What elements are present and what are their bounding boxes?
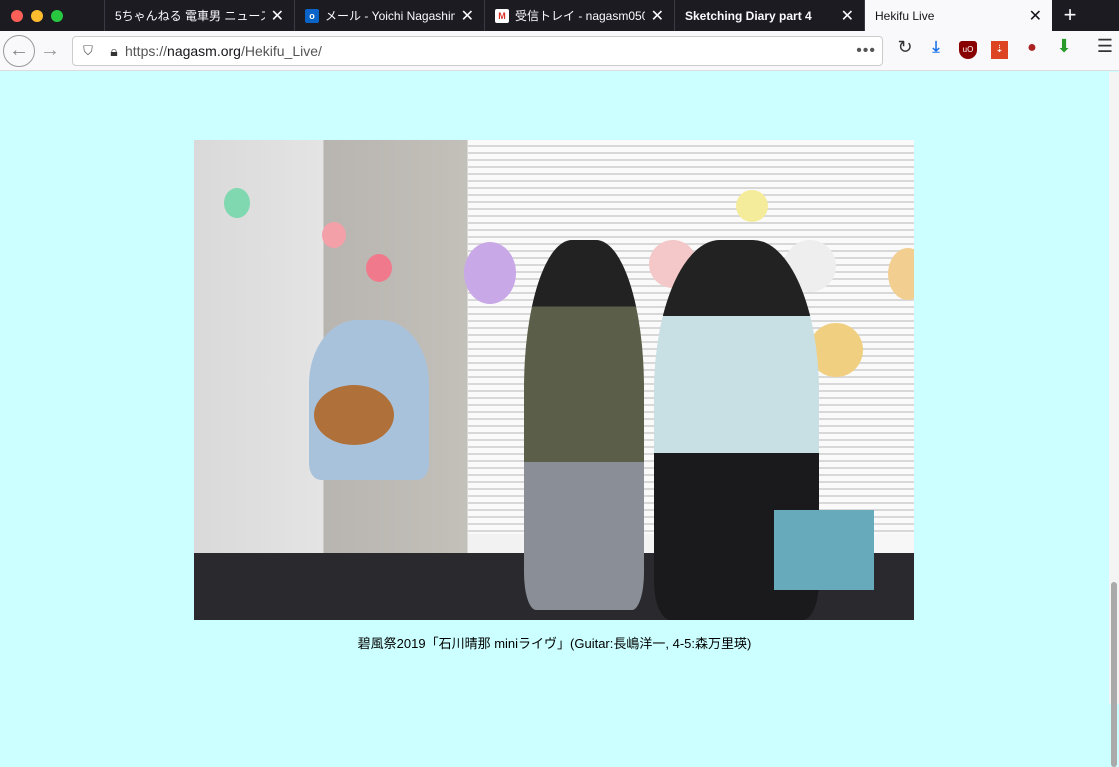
- balls-extension-icon[interactable]: ●: [1020, 39, 1044, 57]
- tab-5ch[interactable]: 5ちゃんねる 電車男 ニュース ✕: [104, 0, 294, 31]
- guitar: [314, 385, 394, 445]
- tab-bar: 5ちゃんねる 電車男 ニュース ✕ o メール - Yoichi Nagashima…: [0, 0, 1119, 31]
- navigation-toolbar: ← → ⛉ 🔒︎ https://nagasm.org/Hekifu_Live/…: [0, 31, 1119, 71]
- reload-icon[interactable]: ↻: [893, 37, 917, 58]
- close-tab-icon[interactable]: ✕: [841, 6, 854, 26]
- ublock-icon[interactable]: uO: [959, 41, 977, 59]
- performance-photo: [194, 140, 914, 620]
- window-controls: [0, 0, 104, 31]
- new-tab-button[interactable]: +: [1052, 0, 1088, 31]
- outlook-icon: o: [305, 8, 319, 23]
- photo-caption: 碧風祭2019「石川晴那 miniライヴ」(Guitar:長嶋洋一, 4-5:森…: [357, 636, 752, 651]
- tab-sketching-diary[interactable]: Sketching Diary part 4 ✕: [674, 0, 864, 31]
- scrollbar[interactable]: [1109, 72, 1119, 767]
- lock-icon[interactable]: 🔒︎: [103, 43, 125, 60]
- back-button[interactable]: ←: [3, 34, 35, 67]
- url-bar[interactable]: ⛉ 🔒︎ https://nagasm.org/Hekifu_Live/ •••: [72, 36, 883, 66]
- singer-left: [524, 240, 644, 610]
- gmail-icon: M: [495, 8, 509, 23]
- tab-gmail[interactable]: M 受信トレイ - nagasm0508 ✕: [484, 0, 674, 31]
- green-download-icon[interactable]: ⬇: [1052, 36, 1076, 57]
- extension-red-icon[interactable]: ⇣: [991, 41, 1008, 59]
- menu-icon[interactable]: ☰: [1093, 36, 1117, 57]
- close-tab-icon[interactable]: ✕: [651, 6, 664, 26]
- close-tab-icon[interactable]: ✕: [271, 6, 284, 26]
- download-icon[interactable]: ⤓: [924, 39, 948, 57]
- tab-hekifu-live[interactable]: Hekifu Live ✕: [864, 0, 1052, 31]
- minimize-window-button[interactable]: [31, 9, 43, 22]
- page-actions-icon[interactable]: •••: [856, 42, 876, 60]
- close-tab-icon[interactable]: ✕: [461, 6, 474, 26]
- tab-outlook[interactable]: o メール - Yoichi Nagashima ✕: [294, 0, 484, 31]
- forward-button[interactable]: →: [35, 39, 65, 62]
- shield-icon[interactable]: ⛉: [73, 43, 103, 59]
- close-tab-icon[interactable]: ✕: [1029, 6, 1042, 26]
- close-window-button[interactable]: [11, 9, 23, 22]
- maximize-window-button[interactable]: [51, 9, 63, 22]
- scrollbar-thumb[interactable]: [1111, 582, 1117, 767]
